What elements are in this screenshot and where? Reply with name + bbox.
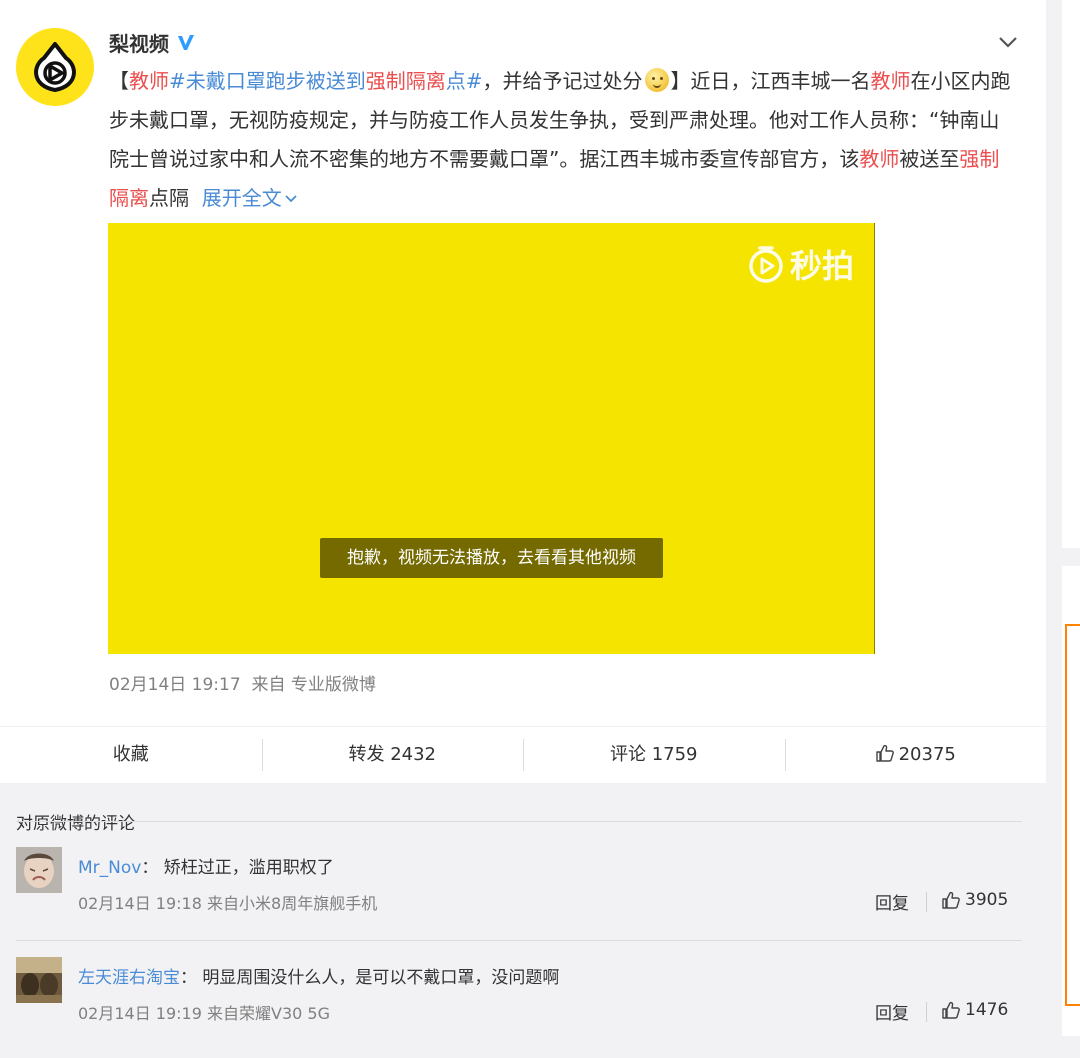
comment-meta: 02月14日 19:18 来自小米8周年旗舰手机 xyxy=(78,890,377,914)
like-count: 20375 xyxy=(898,744,956,765)
post-meta: 02月14日 19:17 来自 专业版微博 xyxy=(109,670,376,695)
comment-like-count: 3905 xyxy=(965,890,1009,910)
topic-link-teacher-2[interactable]: 教师 xyxy=(871,69,911,93)
text-segment: 点隔 xyxy=(149,186,189,210)
comment-time: 02月14日 19:18 xyxy=(78,894,202,913)
thumbs-up-icon xyxy=(942,1001,960,1019)
reply-button[interactable]: 回复 xyxy=(875,889,909,914)
video-watermark: 秒拍 xyxy=(746,241,854,287)
name-separator: ： xyxy=(141,858,159,878)
text-segment: ，并给予记过处分 xyxy=(482,69,643,93)
comment-like-button[interactable]: 3905 xyxy=(941,890,1008,910)
comment-time: 02月14日 19:19 xyxy=(78,1004,202,1023)
right-sidebar-panel xyxy=(1062,0,1080,548)
commenter-name[interactable]: Mr_Nov xyxy=(78,858,141,878)
reply-like-separator xyxy=(926,1002,927,1022)
right-sidebar-highlight-box xyxy=(1065,624,1080,1006)
thinking-emoji-icon xyxy=(644,68,669,92)
comment-text-line: 左天涯右淘宝： 明显周围没什么人，是可以不戴口罩，没问题啊 xyxy=(78,963,559,988)
commenter-name[interactable]: 左天涯右淘宝 xyxy=(78,968,180,988)
commenter-avatar[interactable] xyxy=(16,957,62,1003)
avatar-photo-icon xyxy=(16,957,62,1003)
comment-divider xyxy=(16,940,1022,941)
comment-like-count: 1476 xyxy=(965,1000,1009,1020)
favorite-button[interactable]: 收藏 xyxy=(0,727,262,783)
comment-text: 矫枉过正，滥用职权了 xyxy=(163,858,334,878)
commenter-avatar[interactable] xyxy=(16,847,62,893)
text-segment: 】近日，江西丰城一名 xyxy=(670,69,871,93)
repost-button[interactable]: 转发 2432 xyxy=(261,727,524,783)
post-text: 【教师#未戴口罩跑步被送到强制隔离点#，并给予记过处分 】近日，江西丰城一名教师在… xyxy=(109,62,1014,218)
comments-section: 对原微博的评论 Mr_Nov： 矫枉过正，滥用职权了 02月14日 19:18 … xyxy=(0,783,1046,1058)
topic-link-teacher[interactable]: 教师 xyxy=(129,69,169,93)
pear-video-logo-icon xyxy=(34,42,76,92)
thumbs-up-icon xyxy=(942,891,960,909)
avatar-photo-icon xyxy=(16,847,62,893)
comment-label: 评论 1759 xyxy=(609,744,698,765)
post-source: 来自 专业版微博 xyxy=(251,675,376,695)
expand-label: 展开全文 xyxy=(201,186,282,210)
hashtag-link-end[interactable]: 点# xyxy=(446,69,483,93)
comment-source: 来自荣耀V30 5G xyxy=(207,1004,330,1023)
favorite-label: 收藏 xyxy=(112,744,149,765)
topic-link-teacher-3[interactable]: 教师 xyxy=(859,147,899,171)
comment-like-button[interactable]: 1476 xyxy=(941,1000,1008,1020)
comment-button[interactable]: 评论 1759 xyxy=(523,727,785,783)
reply-button[interactable]: 回复 xyxy=(875,999,909,1024)
author-name-row: 梨视频 xyxy=(109,28,197,57)
comments-title-rule xyxy=(16,821,1022,822)
name-separator: ： xyxy=(180,968,197,988)
text-bracket: 【 xyxy=(109,69,129,93)
post-timestamp[interactable]: 02月14日 19:17 xyxy=(109,675,241,695)
hashtag-link[interactable]: #未戴口罩跑步被送到 xyxy=(169,69,366,93)
post-action-bar: 收藏 转发 2432 评论 1759 20375 xyxy=(0,726,1046,783)
video-error-message[interactable]: 抱歉，视频无法播放，去看看其他视频 xyxy=(320,538,663,578)
expand-full-text-link[interactable]: 展开全文 xyxy=(202,186,298,210)
text-segment: 被送至 xyxy=(899,147,960,171)
author-avatar[interactable] xyxy=(16,28,94,106)
miaopai-logo-icon xyxy=(749,246,783,283)
like-button[interactable]: 20375 xyxy=(784,727,1047,783)
repost-label: 转发 2432 xyxy=(348,744,437,765)
author-name[interactable]: 梨视频 xyxy=(109,28,169,57)
post-menu-chevron-down-icon[interactable] xyxy=(997,34,1019,50)
chevron-down-icon xyxy=(285,195,297,203)
comment-text: 明显周围没什么人，是可以不戴口罩，没问题啊 xyxy=(202,968,560,988)
comment-source: 来自小米8周年旗舰手机 xyxy=(207,894,378,913)
comment-meta: 02月14日 19:19 来自荣耀V30 5G xyxy=(78,1000,330,1024)
reply-like-separator xyxy=(926,892,927,912)
thumbs-up-icon xyxy=(875,744,894,762)
watermark-text: 秒拍 xyxy=(789,247,854,285)
video-player[interactable]: 秒拍 抱歉，视频无法播放，去看看其他视频 xyxy=(108,223,875,654)
verified-v-icon xyxy=(178,34,194,50)
topic-link-quarantine[interactable]: 强制隔离 xyxy=(366,69,446,93)
weibo-post-card: 梨视频 【教师#未戴口罩跑步被送到强制隔离点#，并给予记过处分 】近日，江西丰城一… xyxy=(0,0,1046,1058)
comment-text-line: Mr_Nov： 矫枉过正，滥用职权了 xyxy=(78,853,334,878)
